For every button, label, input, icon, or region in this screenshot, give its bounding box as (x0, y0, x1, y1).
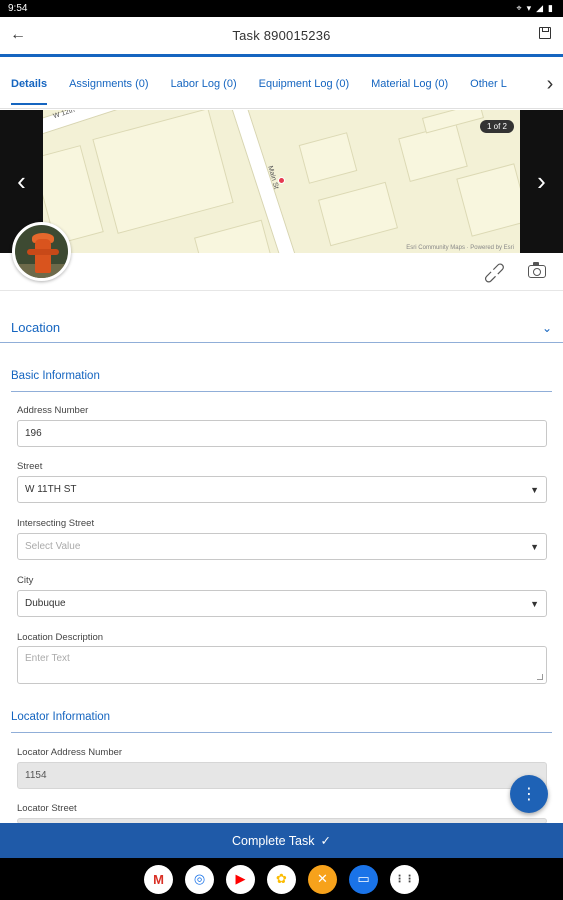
media-carousel: W 12th Main St Esri Community Maps · Pow… (0, 110, 563, 253)
city-select[interactable]: Dubuque ▼ (17, 590, 547, 617)
app-dock: M ◎ ▶ ✿ ✕ ▭ ⋮⋮ (0, 858, 563, 900)
intersecting-street-placeholder: Select Value (25, 541, 81, 552)
chrome-icon[interactable]: ◎ (185, 864, 214, 894)
location-icon: ⌖ (516, 3, 522, 13)
more-vert-icon[interactable]: ⋮ (510, 775, 548, 813)
tab-labor-log[interactable]: Labor Log (0) (160, 60, 248, 108)
street-label: Street (17, 461, 43, 472)
dropdown-arrow-icon: ▼ (530, 541, 539, 552)
chevron-right-icon[interactable]: › (537, 60, 563, 108)
address-number-value: 196 (25, 428, 42, 439)
address-number-field[interactable]: 196 (17, 420, 547, 447)
tab-assignments[interactable]: Assignments (0) (58, 60, 159, 108)
app-bar: ← Task 890015236 (0, 17, 563, 57)
photos-icon[interactable]: ✿ (267, 864, 296, 894)
tab-material-log[interactable]: Material Log (0) (360, 60, 459, 108)
street-select[interactable]: W 11TH ST ▼ (17, 476, 547, 503)
app-drawer-icon[interactable]: ⋮⋮ (390, 864, 419, 894)
section-title: Location (11, 320, 61, 335)
back-arrow-icon[interactable]: ← (10, 26, 26, 44)
wifi-icon: ▾ (526, 3, 532, 13)
youtube-icon[interactable]: ▶ (226, 864, 255, 894)
chevron-right-icon[interactable]: › (520, 110, 563, 253)
map-image[interactable]: W 12th Main St Esri Community Maps · Pow… (43, 110, 520, 253)
locator-information-header: Locator Information (11, 711, 552, 733)
tab-bar: Details Assignments (0) Labor Log (0) Eq… (0, 60, 563, 109)
location-description-placeholder: Enter Text (25, 653, 70, 664)
status-time: 9:54 (8, 3, 28, 14)
dropdown-arrow-icon: ▼ (530, 598, 539, 609)
locator-street-label: Locator Street (17, 803, 77, 814)
tab-other[interactable]: Other L (459, 60, 518, 108)
complete-task-label: Complete Task (232, 833, 315, 848)
locator-address-number-label: Locator Address Number (17, 747, 123, 758)
camera-icon[interactable] (528, 262, 546, 278)
locator-address-number-field: 1154 (17, 762, 547, 789)
tab-equipment-log[interactable]: Equipment Log (0) (248, 60, 361, 108)
dropdown-arrow-icon: ▼ (530, 484, 539, 495)
street-value: W 11TH ST (25, 484, 77, 495)
battery-icon: ▮ (548, 3, 553, 13)
tools-icon[interactable]: ✕ (308, 864, 337, 894)
address-number-label: Address Number (17, 405, 89, 416)
map-credit: Esri Community Maps · Powered by Esri (406, 245, 514, 251)
tab-details[interactable]: Details (0, 60, 58, 108)
check-icon: ✓ (320, 834, 331, 848)
attachment-row: ⊂⊃ (0, 253, 563, 291)
city-label: City (17, 575, 34, 586)
save-icon[interactable] (539, 27, 551, 39)
location-section-header[interactable]: Location ⌄ (0, 313, 563, 343)
basic-information-header: Basic Information (11, 370, 552, 392)
intersecting-street-label: Intersecting Street (17, 518, 95, 529)
signal-icon: ◢ (536, 3, 544, 13)
messages-icon[interactable]: ▭ (349, 864, 378, 894)
location-description-field[interactable]: Enter Text (17, 646, 547, 684)
gmail-icon[interactable]: M (144, 864, 173, 894)
link-icon[interactable]: ⊂⊃ (478, 256, 511, 289)
chevron-down-icon[interactable]: ⌄ (542, 321, 552, 335)
map-pin-icon (278, 177, 285, 184)
status-bar: 9:54 ⌖ ▾ ◢ ▮ (0, 0, 563, 17)
locator-address-number-value: 1154 (25, 770, 47, 781)
complete-task-button[interactable]: Complete Task ✓ (0, 823, 563, 858)
image-counter: 1 of 2 (479, 120, 514, 133)
resize-handle-icon[interactable] (537, 674, 543, 680)
page-title: Task 890015236 (232, 28, 331, 43)
intersecting-street-select[interactable]: Select Value ▼ (17, 533, 547, 560)
location-description-label: Location Description (17, 632, 104, 643)
city-value: Dubuque (25, 598, 66, 609)
